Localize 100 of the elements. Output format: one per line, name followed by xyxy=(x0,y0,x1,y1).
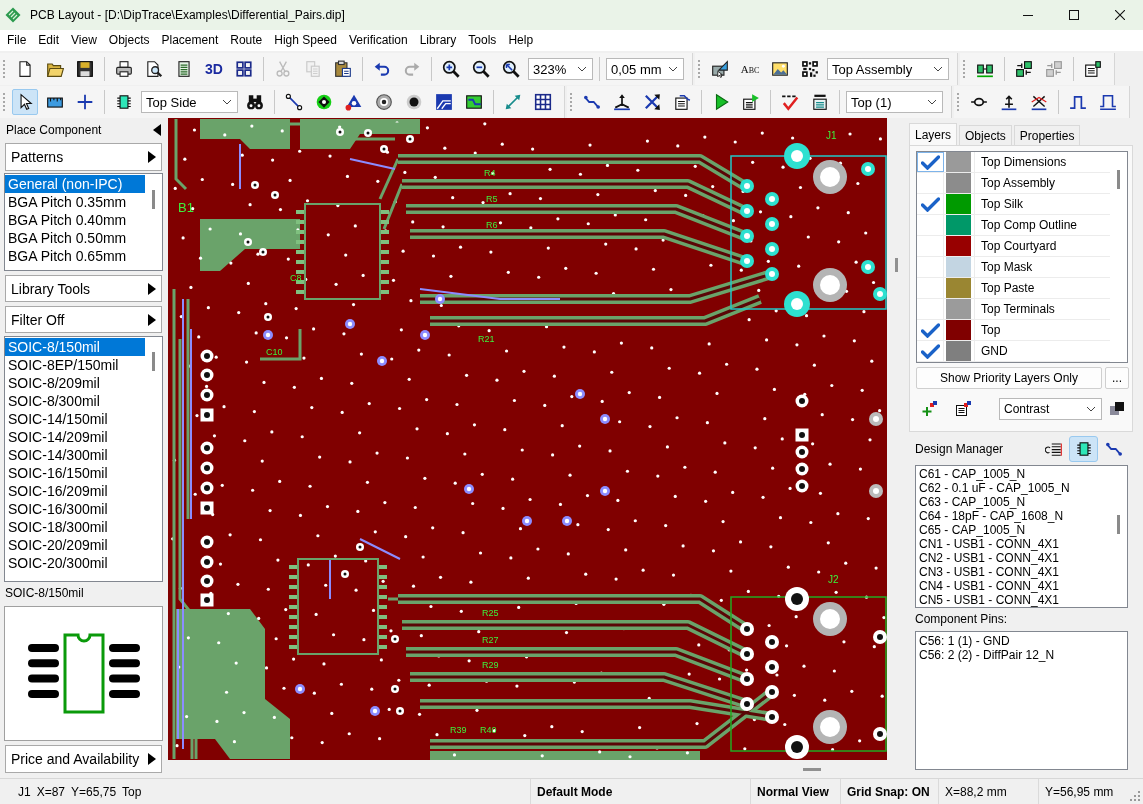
dropdown[interactable]: Top Assembly xyxy=(827,58,949,80)
component-list-item[interactable]: C63 - CAP_1005_N xyxy=(919,495,1110,509)
priority-layers-button[interactable]: Show Priority Layers Only xyxy=(916,367,1102,389)
dropdown[interactable]: Top Side xyxy=(141,91,238,113)
resize-grip-icon[interactable] xyxy=(1130,791,1140,801)
list-item[interactable]: SOIC-20/209mil xyxy=(5,536,145,554)
section-button[interactable]: Library Tools xyxy=(5,275,162,302)
component-list-item[interactable]: CN2 - USB1 - CONN_4X1 xyxy=(919,551,1110,565)
overlapping-squares-icon[interactable] xyxy=(1110,402,1124,416)
scrollbar-thumb[interactable] xyxy=(803,767,821,771)
component-list-item[interactable]: CN4 - USB1 - CONN_4X1 xyxy=(919,579,1110,593)
tab[interactable]: Objects xyxy=(959,125,1012,145)
triangle-right-icon xyxy=(148,313,156,326)
scrollbar-thumb[interactable] xyxy=(152,190,155,209)
round-pad-icon xyxy=(405,93,423,111)
component-list-item[interactable]: CN1 - USB1 - CONN_4X1 xyxy=(919,537,1110,551)
chip-list-icon xyxy=(1084,60,1102,78)
swatch-icon[interactable] xyxy=(946,194,971,214)
component-list-item[interactable]: C64 - 18pF - CAP_1608_N xyxy=(919,509,1110,523)
dropdown[interactable]: 323% xyxy=(528,58,593,80)
toolbar-button[interactable] xyxy=(12,89,38,115)
menu-item[interactable]: High Speed xyxy=(268,30,343,51)
menu-item[interactable]: Edit xyxy=(32,30,66,51)
step-icon xyxy=(1099,93,1117,111)
caret-icon xyxy=(222,99,232,105)
component-list-item[interactable]: CN5 - USB1 - CONN_4X1 xyxy=(919,593,1110,607)
pin-list-item[interactable]: C56: 2 (2) - DiffPair 12_N xyxy=(919,648,1124,662)
menu-item[interactable]: Verification xyxy=(342,30,414,51)
list-item[interactable]: SOIC-14/150mil xyxy=(5,410,145,428)
swatch-icon[interactable] xyxy=(946,299,971,319)
status-text: X=87 xyxy=(36,784,66,799)
caret-icon xyxy=(927,99,937,105)
list-item[interactable]: SOIC-16/209mil xyxy=(5,482,145,500)
menu-item[interactable]: View xyxy=(65,30,103,51)
menu-item[interactable]: Help xyxy=(502,30,540,51)
component-list-item[interactable]: C65 - CAP_1005_N xyxy=(919,523,1110,537)
list-item[interactable]: SOIC-14/209mil xyxy=(5,428,145,446)
swatch-icon[interactable] xyxy=(946,152,971,172)
menu-item[interactable]: Tools xyxy=(462,30,503,51)
page-icon xyxy=(16,60,34,78)
plus-squares-icon[interactable] xyxy=(922,401,938,417)
scrollbar-thumb[interactable] xyxy=(1117,170,1120,189)
list-item[interactable]: BGA Pitch 0.50mm xyxy=(5,229,145,247)
menu-item[interactable]: Route xyxy=(224,30,269,51)
section-button[interactable]: Price and Availability xyxy=(5,745,162,773)
menu-item[interactable]: Objects xyxy=(102,30,156,51)
layer-visibility-checkbox[interactable] xyxy=(917,152,944,172)
menu-item[interactable]: Placement xyxy=(155,30,225,51)
list-item[interactable]: BGA Pitch 0.65mm xyxy=(5,247,145,265)
component-list-item[interactable]: C62 - 0.1 uF - CAP_1005_N xyxy=(919,481,1110,495)
crosshair-icon xyxy=(76,93,94,111)
list-item[interactable]: BGA Pitch 0.40mm xyxy=(5,211,145,229)
list-item[interactable]: SOIC-14/300mil xyxy=(5,446,145,464)
list-item[interactable]: SOIC-20/300mil xyxy=(5,554,145,572)
dropdown[interactable]: Top (1) xyxy=(846,91,943,113)
swatch-icon[interactable] xyxy=(946,173,971,193)
two-pages-icon xyxy=(304,60,322,78)
check-icon xyxy=(920,196,940,212)
picture-icon xyxy=(771,60,789,78)
pin-list-item[interactable]: C56: 1 (1) - GND xyxy=(919,634,1124,648)
component-label: C10 xyxy=(266,347,283,357)
menu-item[interactable]: Library xyxy=(413,30,463,51)
view-button[interactable] xyxy=(1069,436,1098,462)
list-item[interactable]: SOIC-18/300mil xyxy=(5,518,145,536)
chip-icon xyxy=(1074,440,1093,458)
swatch-icon[interactable] xyxy=(946,215,971,235)
section-button[interactable]: Filter Off xyxy=(5,306,162,333)
shape-cursor-icon xyxy=(711,60,729,78)
component-label: J1 xyxy=(826,130,837,141)
list-item[interactable]: BGA Pitch 0.35mm xyxy=(5,193,145,211)
swatch-icon[interactable] xyxy=(946,257,971,277)
list-item[interactable]: SOIC-16/300mil xyxy=(5,500,145,518)
more-button[interactable]: ... xyxy=(1105,367,1129,389)
folder-icon xyxy=(46,60,64,78)
splitter-handle[interactable] xyxy=(894,258,898,272)
swatch-icon[interactable] xyxy=(946,236,971,256)
section-button[interactable]: Patterns xyxy=(5,143,162,171)
scrollbar-thumb[interactable] xyxy=(1117,515,1120,534)
list-item[interactable]: SOIC-16/150mil xyxy=(5,464,145,482)
scrollbar-thumb[interactable] xyxy=(152,352,155,371)
list-item[interactable]: SOIC-8/209mil xyxy=(5,374,145,392)
list-item[interactable]: SOIC-8/150mil xyxy=(5,338,145,356)
triangle-left-icon[interactable] xyxy=(153,124,161,136)
toolbar-button[interactable]: 3D xyxy=(201,56,227,82)
tab[interactable]: Properties xyxy=(1013,125,1081,145)
tab[interactable]: Layers xyxy=(909,123,958,145)
component-list-item[interactable]: CN3 - USB1 - CONN_4X1 xyxy=(919,565,1110,579)
menu-item[interactable]: File xyxy=(1,30,33,51)
list-item[interactable]: SOIC-8EP/150mil xyxy=(5,356,145,374)
component-list-item[interactable]: C61 - CAP_1005_N xyxy=(919,467,1110,481)
dropdown[interactable]: Contrast xyxy=(999,398,1102,420)
toolbar-button[interactable]: ABC xyxy=(737,56,763,82)
list-item[interactable]: General (non-IPC) xyxy=(5,175,145,193)
dropdown[interactable]: 0,05 mm xyxy=(606,58,684,80)
list-item[interactable]: SOIC-8/300mil xyxy=(5,392,145,410)
swatch-icon[interactable] xyxy=(946,320,971,340)
swatch-icon[interactable] xyxy=(946,341,971,361)
swatch-icon[interactable] xyxy=(946,278,971,298)
component-label: R4 xyxy=(484,168,496,178)
list-squares-icon[interactable] xyxy=(955,401,971,417)
